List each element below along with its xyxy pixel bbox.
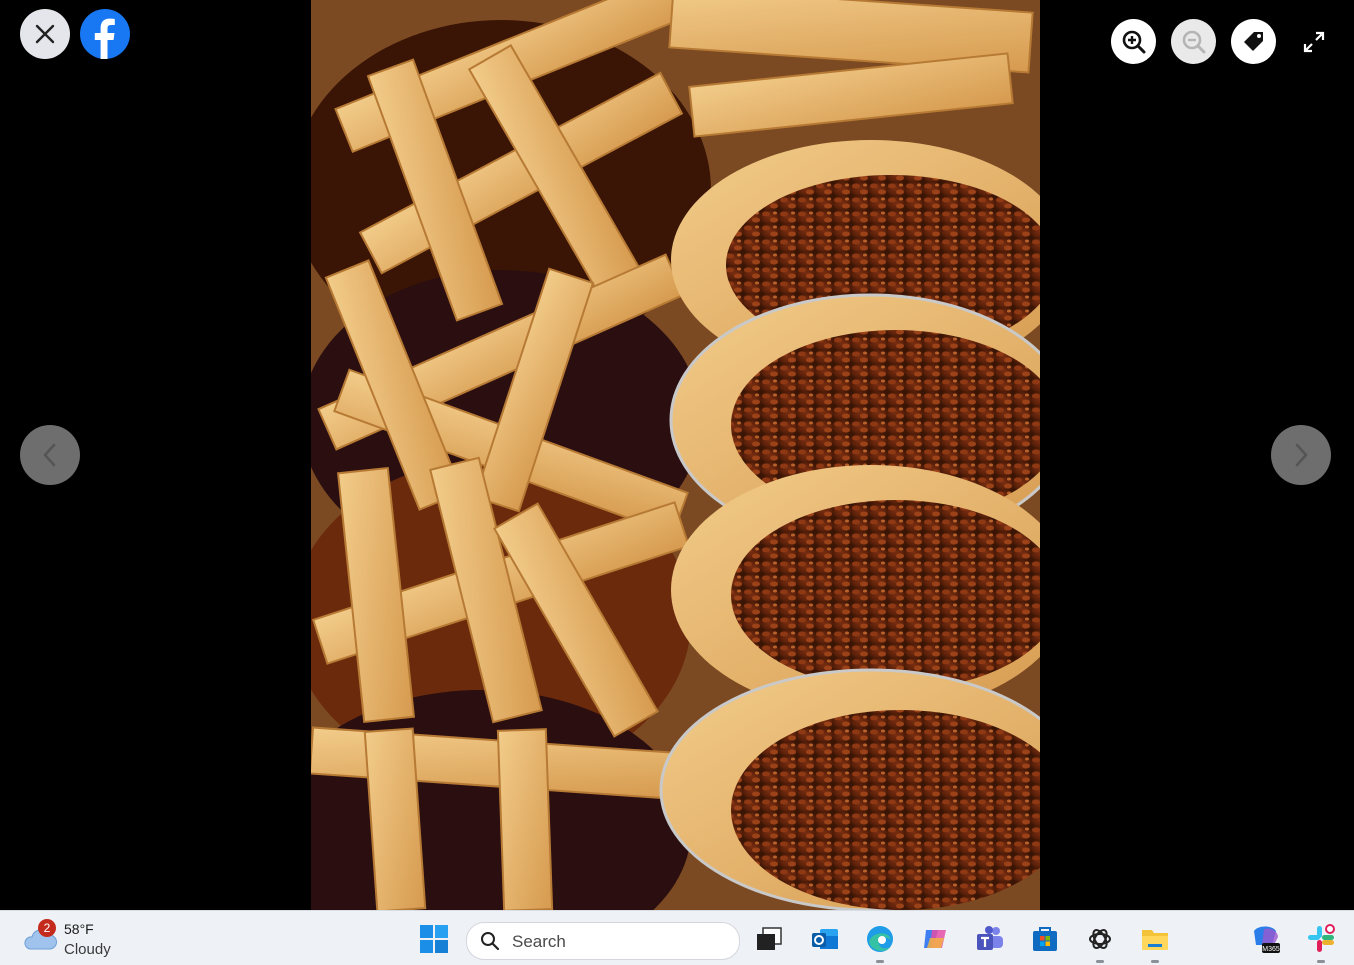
zoom-in-icon	[1122, 30, 1145, 53]
weather-widget[interactable]: 2 58°F Cloudy	[22, 917, 152, 961]
tag-photo-button[interactable]	[1231, 19, 1276, 64]
microsoft-store-button[interactable]	[1029, 923, 1061, 955]
windows-start-icon	[420, 925, 448, 953]
teams-icon	[977, 926, 1003, 950]
chevron-left-icon	[43, 443, 56, 467]
teams-button[interactable]	[974, 923, 1006, 955]
close-icon	[35, 24, 55, 44]
m365-icon: M365	[1254, 926, 1280, 953]
copilot-button[interactable]	[919, 923, 951, 955]
taskbar-search-input[interactable]: Search	[466, 922, 740, 960]
facebook-home-link[interactable]	[80, 9, 130, 59]
chatgpt-icon	[1089, 928, 1111, 950]
notification-badge: 2	[38, 919, 56, 937]
task-view-icon	[757, 927, 782, 950]
weather-condition: Cloudy	[64, 941, 111, 958]
outlook-icon	[812, 929, 838, 949]
edge-button[interactable]	[864, 923, 896, 963]
running-indicator	[1096, 960, 1104, 963]
running-indicator	[876, 960, 884, 963]
start-button[interactable]	[418, 923, 450, 955]
photo-viewer	[0, 0, 1354, 910]
running-indicator	[1151, 960, 1159, 963]
m365-label: M365	[1262, 946, 1280, 953]
edge-icon	[867, 926, 893, 952]
m365-button[interactable]: M365	[1250, 923, 1282, 955]
slack-button[interactable]	[1305, 923, 1337, 963]
zoom-out-button[interactable]	[1171, 19, 1216, 64]
fullscreen-icon	[1303, 31, 1325, 53]
running-indicator	[1317, 960, 1325, 963]
task-view-button[interactable]	[753, 923, 785, 955]
chevron-right-icon	[1295, 443, 1308, 467]
fullscreen-button[interactable]	[1298, 26, 1330, 58]
file-explorer-button[interactable]	[1139, 923, 1171, 963]
windows-taskbar: 2 58°F Cloudy Search M365	[0, 910, 1354, 965]
outlook-button[interactable]	[809, 923, 841, 955]
pie-photo	[311, 0, 1040, 910]
tag-icon	[1243, 31, 1263, 51]
file-explorer-icon	[1142, 930, 1168, 950]
search-placeholder: Search	[512, 932, 566, 951]
slack-icon	[1308, 924, 1335, 952]
next-photo-button[interactable]	[1271, 425, 1331, 485]
copilot-icon	[924, 930, 946, 948]
zoom-in-button[interactable]	[1111, 19, 1156, 64]
close-button[interactable]	[20, 9, 70, 59]
facebook-logo-icon	[94, 18, 115, 59]
zoom-out-icon	[1182, 30, 1205, 53]
previous-photo-button[interactable]	[20, 425, 80, 485]
microsoft-store-icon	[1033, 927, 1057, 951]
weather-temperature: 58°F	[64, 921, 94, 937]
chatgpt-button[interactable]	[1084, 923, 1116, 963]
search-icon	[481, 932, 500, 951]
